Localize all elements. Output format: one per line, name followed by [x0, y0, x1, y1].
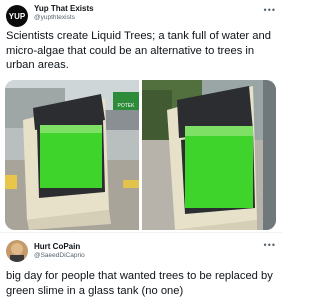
photo-left: POTEK: [5, 80, 139, 230]
tweet-text: Scientists create Liquid Trees; a tank f…: [6, 30, 271, 71]
avatar[interactable]: YUP: [6, 5, 28, 27]
author-handle[interactable]: @yupthtexists: [34, 14, 75, 21]
tweet-media[interactable]: POTEK: [5, 80, 276, 230]
liquid-tree-photos: POTEK: [5, 80, 276, 230]
more-options-icon[interactable]: •••: [264, 240, 276, 250]
tweet-text: big day for people that wanted trees to …: [6, 270, 273, 297]
pharmacy-sign-text: POTEK: [118, 103, 136, 109]
more-options-icon[interactable]: •••: [264, 5, 276, 15]
author-handle[interactable]: @SaeedDiCaprio: [34, 252, 85, 259]
avatar-logo-text: YUP: [9, 12, 26, 21]
photo-right: [142, 80, 276, 230]
tweet-hurt-copain: Hurt CoPain @SaeedDiCaprio ••• big day f…: [0, 233, 282, 300]
author-name[interactable]: Hurt CoPain: [34, 242, 80, 251]
avatar[interactable]: [6, 240, 28, 262]
author-name[interactable]: Yup That Exists: [34, 4, 94, 13]
tweet-yup-that-exists: YUP Yup That Exists @yupthtexists ••• Sc…: [0, 0, 282, 232]
